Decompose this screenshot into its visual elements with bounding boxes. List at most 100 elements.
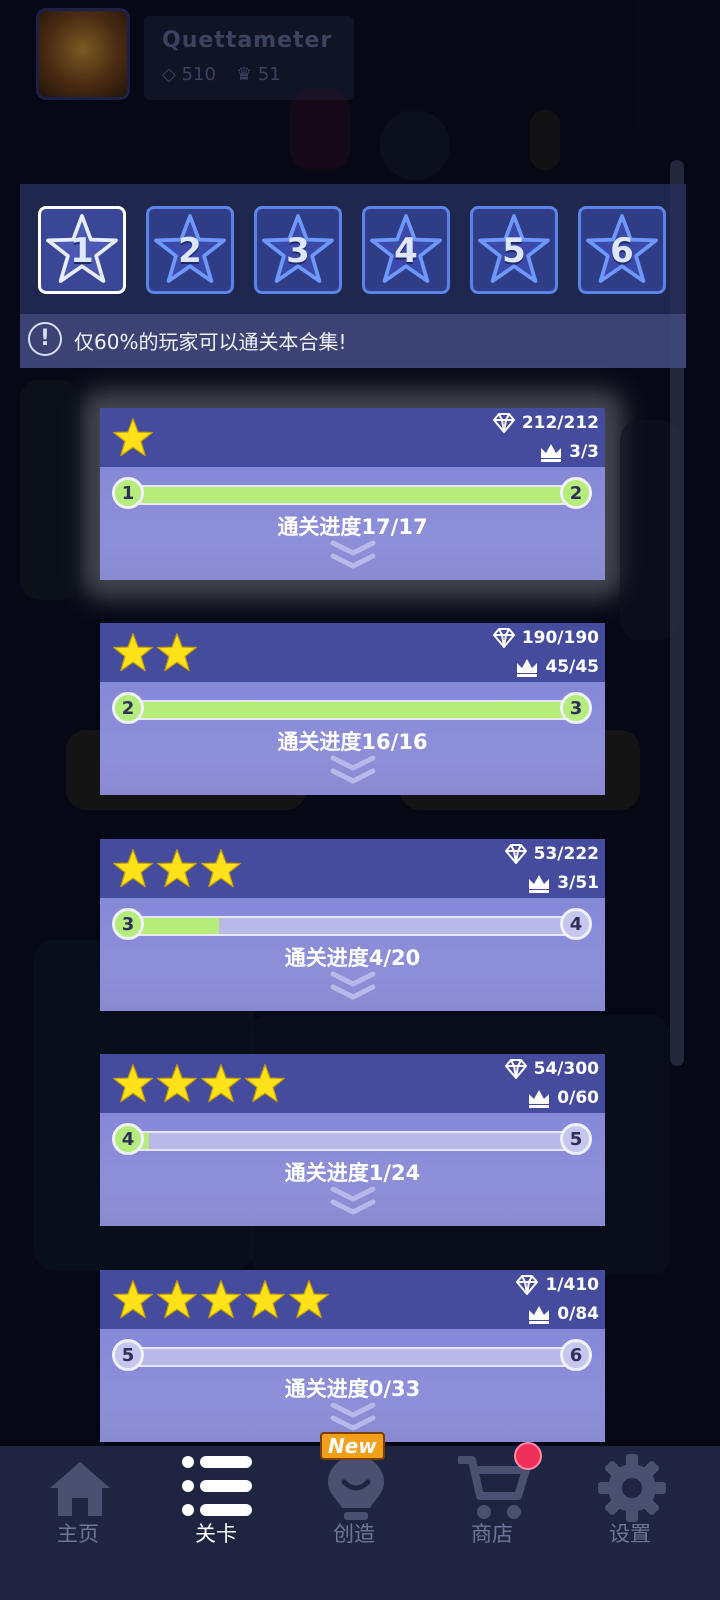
bottom-nav: 主页 关卡 创造 商店 设置 New — [0, 1432, 720, 1600]
collection-tab-label: 5 — [502, 231, 526, 271]
progress-track — [128, 1131, 576, 1151]
nav-shop-label: 商店 — [471, 1522, 513, 1546]
collection-notice: ! 仅60%的玩家可以通关本合集! — [20, 314, 686, 368]
player-gems-value: 510 — [181, 64, 216, 85]
crown-count: 3/51 — [527, 873, 599, 893]
difficulty-stars — [112, 848, 242, 890]
gem-count: 54/300 — [504, 1059, 599, 1079]
progress-fill — [130, 487, 574, 503]
new-badge: New — [320, 1432, 385, 1460]
star-icon — [113, 849, 153, 888]
crown-icon — [529, 1306, 550, 1324]
progress-start-node: 2 — [112, 692, 144, 724]
progress-label: 通关进度17/17 — [277, 515, 428, 539]
nav-create-label: 创造 — [333, 1522, 375, 1546]
progress-label: 通关进度1/24 — [284, 1161, 421, 1185]
star-icon — [201, 1064, 241, 1103]
progress-end-node: 6 — [560, 1339, 592, 1371]
gem-icon: ◇ — [162, 64, 176, 85]
star-icon — [113, 633, 153, 672]
star-icon — [157, 1064, 197, 1103]
star-icon — [113, 1280, 153, 1319]
crown-count-value: 45/45 — [545, 657, 599, 677]
nav-levels[interactable]: 关卡 — [146, 1446, 286, 1600]
progress-bar: 23 — [112, 692, 592, 728]
level-card-3[interactable]: 53/222 3/51 3 4 通关进度4/20 — [100, 839, 605, 1011]
player-profile: Quettameter ◇ 510 ♛ 51 — [36, 8, 354, 100]
nav-levels-label: 关卡 — [195, 1522, 237, 1546]
level-card-5[interactable]: 1/410 0/84 5 6 通关进度0/33 — [100, 1270, 605, 1442]
crown-count: 0/84 — [527, 1304, 599, 1324]
difficulty-stars — [112, 1063, 286, 1105]
level-card-1[interactable]: 212/212 3/3 1 2 通关进度17/17 — [100, 408, 605, 580]
progress-label: 通关进度0/33 — [284, 1377, 421, 1401]
star-icon — [289, 1280, 329, 1319]
diamond-icon — [516, 1275, 539, 1295]
star-icon — [245, 1280, 285, 1319]
profile-info: Quettameter ◇ 510 ♛ 51 — [144, 16, 354, 100]
chevron-down-icon[interactable] — [329, 1402, 377, 1434]
crown-icon — [517, 659, 538, 677]
gem-count: 53/222 — [504, 844, 599, 864]
progress-start-node: 1 — [112, 477, 144, 509]
difficulty-stars — [112, 1279, 330, 1321]
level-card-header: 190/190 45/45 — [100, 623, 605, 682]
progress-bar: 45 — [112, 1123, 592, 1159]
crown-icon — [529, 875, 550, 893]
crown-count-value: 3/3 — [569, 442, 599, 462]
level-card-4[interactable]: 54/300 0/60 4 5 通关进度1/24 — [100, 1054, 605, 1226]
diamond-icon — [504, 1059, 527, 1079]
nav-home[interactable]: 主页 — [8, 1446, 148, 1600]
collection-tab-4[interactable]: 4 — [362, 206, 450, 294]
info-icon: ! — [28, 322, 62, 356]
diamond-icon — [492, 628, 515, 648]
progress-end-node: 3 — [560, 692, 592, 724]
player-crowns-value: 51 — [257, 64, 281, 85]
progress-track — [128, 1347, 576, 1367]
lightbulb-icon — [328, 1456, 384, 1520]
progress-end-node: 5 — [560, 1123, 592, 1155]
progress-start-node: 3 — [112, 908, 144, 940]
notification-dot — [514, 1442, 542, 1470]
crown-icon: ♛ — [236, 64, 253, 85]
player-crowns: ♛ 51 — [236, 64, 281, 85]
gem-count-value: 1/410 — [545, 1275, 599, 1295]
gem-count-value: 54/300 — [533, 1059, 599, 1079]
progress-fill — [130, 702, 574, 718]
gem-count: 212/212 — [492, 413, 599, 433]
level-card-header: 212/212 3/3 — [100, 408, 605, 467]
chevron-down-icon[interactable] — [329, 540, 377, 572]
gem-count-value: 212/212 — [521, 413, 599, 433]
nav-settings-label: 设置 — [609, 1522, 651, 1546]
collection-tab-5[interactable]: 5 — [470, 206, 558, 294]
level-card-2[interactable]: 190/190 45/45 2 3 通关进度16/16 — [100, 623, 605, 795]
diamond-icon — [492, 413, 515, 433]
nav-settings[interactable]: 设置 — [560, 1446, 700, 1600]
crown-count: 45/45 — [515, 657, 599, 677]
nav-shop[interactable]: 商店 — [422, 1446, 562, 1600]
crown-count-value: 3/51 — [557, 873, 599, 893]
collection-tab-label: 4 — [394, 231, 418, 271]
star-icon — [157, 849, 197, 888]
collection-tab-1[interactable]: 1 — [38, 206, 126, 294]
progress-label: 通关进度4/20 — [284, 946, 421, 970]
nav-home-label: 主页 — [57, 1522, 99, 1546]
gem-count: 190/190 — [492, 628, 599, 648]
chevron-down-icon[interactable] — [329, 1186, 377, 1218]
home-icon — [50, 1462, 110, 1516]
progress-bar: 12 — [112, 477, 592, 513]
collection-tab-2[interactable]: 2 — [146, 206, 234, 294]
crown-icon — [529, 1090, 550, 1108]
star-icon — [157, 1280, 197, 1319]
collection-tab-6[interactable]: 6 — [578, 206, 666, 294]
collection-tab-3[interactable]: 3 — [254, 206, 342, 294]
chevron-down-icon[interactable] — [329, 755, 377, 787]
collection-tab-label: 1 — [70, 231, 94, 271]
progress-end-node: 2 — [560, 477, 592, 509]
gem-count-value: 190/190 — [521, 628, 599, 648]
crown-count-value: 0/60 — [557, 1088, 599, 1108]
progress-bar: 56 — [112, 1339, 592, 1375]
nav-create[interactable]: 创造 — [284, 1446, 424, 1600]
progress-end-node: 4 — [560, 908, 592, 940]
chevron-down-icon[interactable] — [329, 971, 377, 1003]
